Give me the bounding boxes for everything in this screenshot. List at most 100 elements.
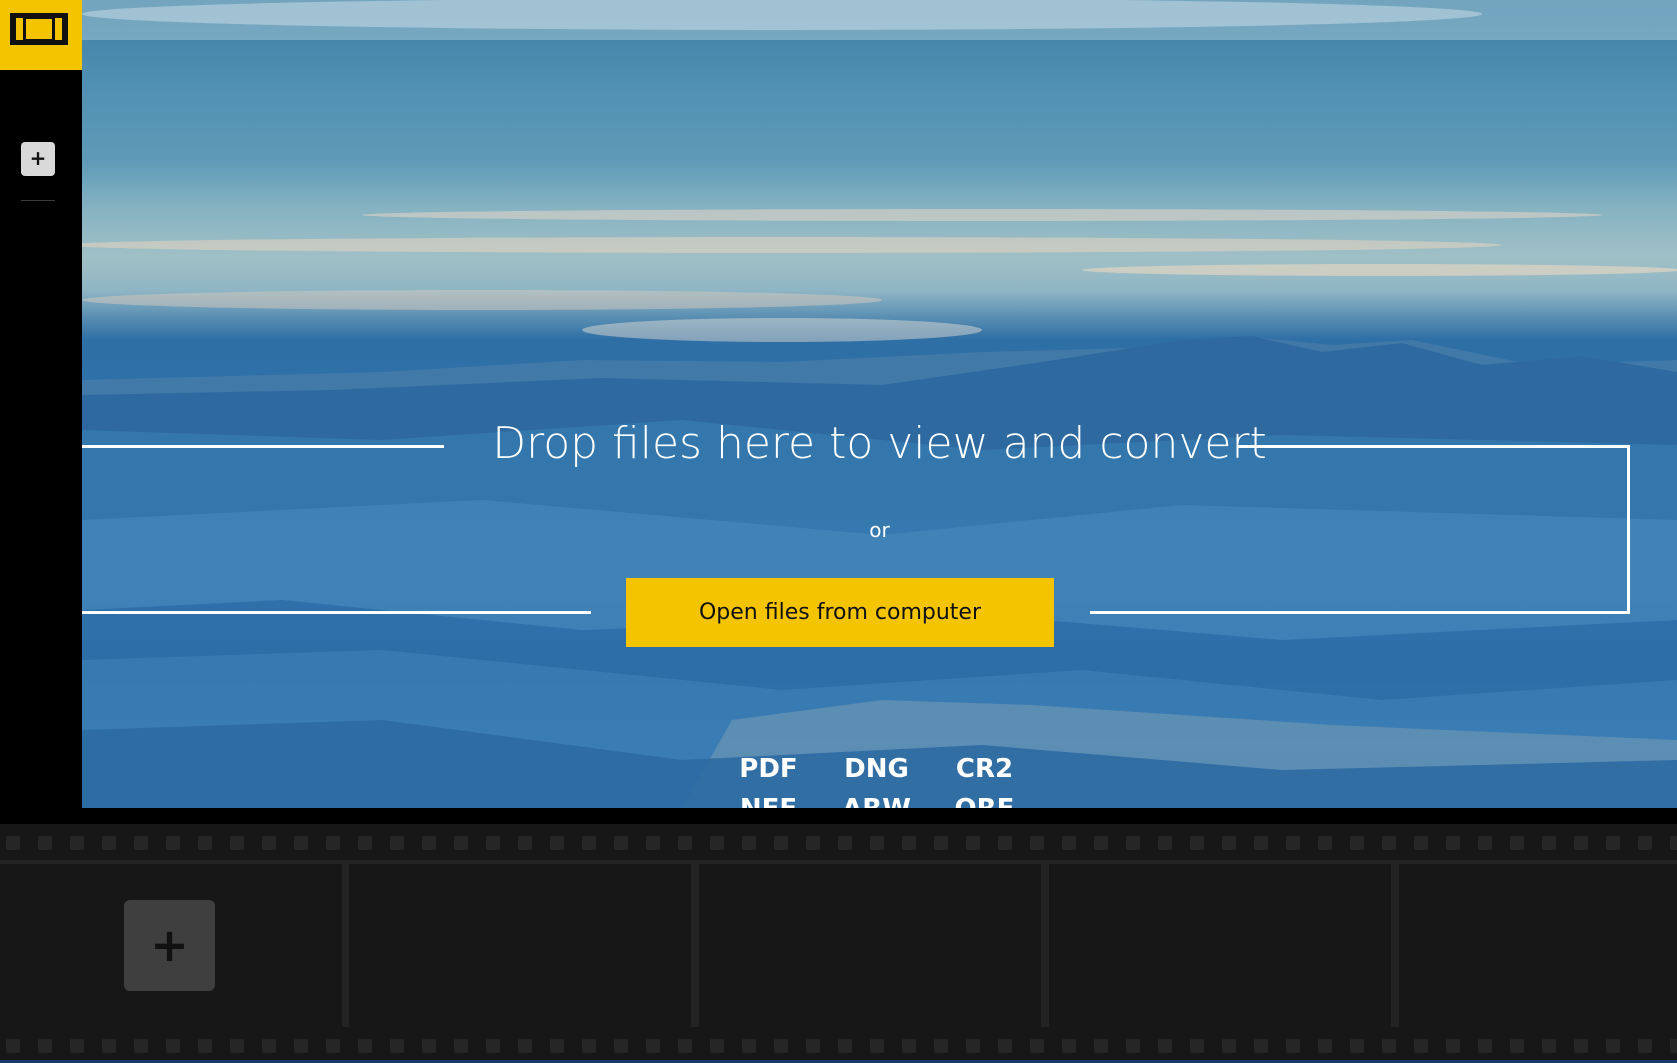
film-perforation	[134, 836, 148, 850]
film-perforation	[1574, 836, 1588, 850]
film-perforation	[294, 1039, 308, 1053]
film-perforation	[1382, 1039, 1396, 1053]
film-perforation	[998, 1039, 1012, 1053]
film-perforation	[390, 836, 404, 850]
or-separator: or	[869, 518, 890, 542]
film-perforation	[614, 836, 628, 850]
film-perforation	[870, 1039, 884, 1053]
frame-line-right	[1627, 445, 1630, 614]
film-perforation	[902, 1039, 916, 1053]
film-perforation	[6, 836, 20, 850]
film-perforation	[1638, 836, 1652, 850]
film-perforation	[486, 1039, 500, 1053]
film-perforation	[454, 1039, 468, 1053]
film-perforation	[422, 836, 436, 850]
film-strip	[0, 824, 1677, 1063]
film-frame[interactable]	[1399, 864, 1677, 1031]
film-perforation	[998, 836, 1012, 850]
film-perforation	[390, 1039, 404, 1053]
film-perforation	[1254, 1039, 1268, 1053]
film-perforation	[198, 1039, 212, 1053]
drop-title: Drop files here to view and convert	[492, 418, 1267, 469]
film-perforation	[742, 1039, 756, 1053]
film-perforation	[966, 836, 980, 850]
film-perforation	[1414, 1039, 1428, 1053]
film-perforation	[550, 1039, 564, 1053]
film-perforation	[198, 836, 212, 850]
film-perforation	[1126, 836, 1140, 850]
film-perforation	[774, 836, 788, 850]
film-frame[interactable]	[349, 864, 691, 1031]
film-frame[interactable]	[699, 864, 1041, 1031]
perforation-row-bottom	[0, 1027, 1677, 1063]
film-perforation	[166, 836, 180, 850]
perforation-row-top	[0, 824, 1677, 860]
film-perforation	[38, 836, 52, 850]
film-perforation	[1318, 1039, 1332, 1053]
film-perforation	[70, 836, 84, 850]
add-frame-button[interactable]: +	[124, 900, 215, 991]
film-perforation	[1190, 836, 1204, 850]
film-perforation	[1126, 1039, 1140, 1053]
film-perforation	[1510, 836, 1524, 850]
drop-zone[interactable]: Drop files here to view and convert or O…	[82, 0, 1677, 808]
film-perforation	[1062, 836, 1076, 850]
film-perforation	[1542, 836, 1556, 850]
film-perforation	[1350, 1039, 1364, 1053]
film-perforation	[6, 1039, 20, 1053]
film-perforation	[1382, 836, 1396, 850]
app-window: + Drop files here to view and convert or	[0, 0, 1677, 1063]
frame-line-top-left	[82, 445, 444, 448]
film-frame[interactable]	[1049, 864, 1391, 1031]
film-perforation	[1254, 836, 1268, 850]
film-perforation	[70, 1039, 84, 1053]
film-strip-icon	[10, 13, 68, 45]
film-perforation	[1606, 836, 1620, 850]
film-perforation	[262, 836, 276, 850]
left-sidebar: +	[0, 0, 82, 808]
film-perforation	[1158, 1039, 1172, 1053]
film-perforation	[774, 1039, 788, 1053]
film-perforation	[102, 836, 116, 850]
film-perforation	[742, 836, 756, 850]
film-perforation	[1062, 1039, 1076, 1053]
film-perforation	[230, 1039, 244, 1053]
supported-formats: PDF DNG CR2 NEF ARW ORF	[82, 752, 1677, 808]
open-files-button[interactable]: Open files from computer	[626, 578, 1054, 647]
format-label: ORF	[931, 792, 1039, 808]
film-perforation	[1446, 1039, 1460, 1053]
film-perforation	[518, 1039, 532, 1053]
frame-row	[0, 860, 1677, 1031]
film-perforation	[1222, 1039, 1236, 1053]
film-perforation	[678, 836, 692, 850]
film-perforation	[710, 1039, 724, 1053]
film-perforation	[582, 1039, 596, 1053]
film-perforation	[1414, 836, 1428, 850]
film-perforation	[1638, 1039, 1652, 1053]
film-perforation	[358, 1039, 372, 1053]
format-label: NEF	[715, 792, 823, 808]
film-perforation	[518, 836, 532, 850]
film-perforation	[1478, 836, 1492, 850]
film-perforation	[966, 1039, 980, 1053]
film-perforation	[1478, 1039, 1492, 1053]
film-perforation	[1510, 1039, 1524, 1053]
film-perforation	[870, 836, 884, 850]
film-perforation	[1094, 1039, 1108, 1053]
film-perforation	[1286, 836, 1300, 850]
frame-line-bottom-left	[82, 611, 591, 614]
film-perforation	[230, 836, 244, 850]
film-perforation	[454, 836, 468, 850]
film-perforation	[1670, 1039, 1677, 1053]
film-perforation	[806, 1039, 820, 1053]
film-perforation	[646, 836, 660, 850]
film-perforation	[838, 836, 852, 850]
film-perforation	[1222, 836, 1236, 850]
film-perforation	[422, 1039, 436, 1053]
app-logo[interactable]	[0, 0, 82, 70]
film-perforation	[1190, 1039, 1204, 1053]
add-files-button[interactable]: +	[21, 142, 55, 176]
film-perforation	[550, 836, 564, 850]
film-perforation	[166, 1039, 180, 1053]
film-perforation	[1574, 1039, 1588, 1053]
